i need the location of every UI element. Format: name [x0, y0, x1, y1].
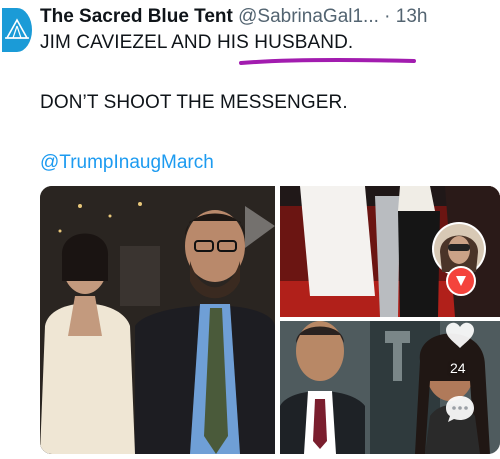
media-photo-couple-event[interactable]	[40, 186, 275, 454]
record-icon[interactable]	[446, 266, 476, 296]
like-count: 24	[450, 360, 466, 376]
comment-icon[interactable]	[444, 394, 476, 429]
media-grid	[40, 186, 500, 459]
mention-link[interactable]: @TrumpInaugMarch	[40, 152, 214, 174]
user-handle[interactable]: @SabrinaGal1...	[238, 6, 379, 27]
tweet-header: The Sacred Blue Tent @SabrinaGal1... · 1…	[40, 6, 494, 30]
media-photo-red-carpet[interactable]	[280, 186, 500, 317]
tent-icon	[5, 18, 29, 39]
handwritten-underline	[239, 57, 416, 65]
display-name[interactable]: The Sacred Blue Tent	[40, 6, 233, 27]
avatar[interactable]	[2, 8, 32, 52]
separator: ·	[384, 6, 391, 27]
heart-icon[interactable]	[444, 322, 476, 355]
timestamp[interactable]: 13h	[396, 6, 428, 27]
photo-couple-event	[40, 186, 275, 454]
tweet-text-line-1: JIM CAVIEZEL AND HIS HUSBAND.	[40, 32, 354, 53]
tweet-text-line-2: DON’T SHOOT THE MESSENGER.	[40, 92, 348, 113]
